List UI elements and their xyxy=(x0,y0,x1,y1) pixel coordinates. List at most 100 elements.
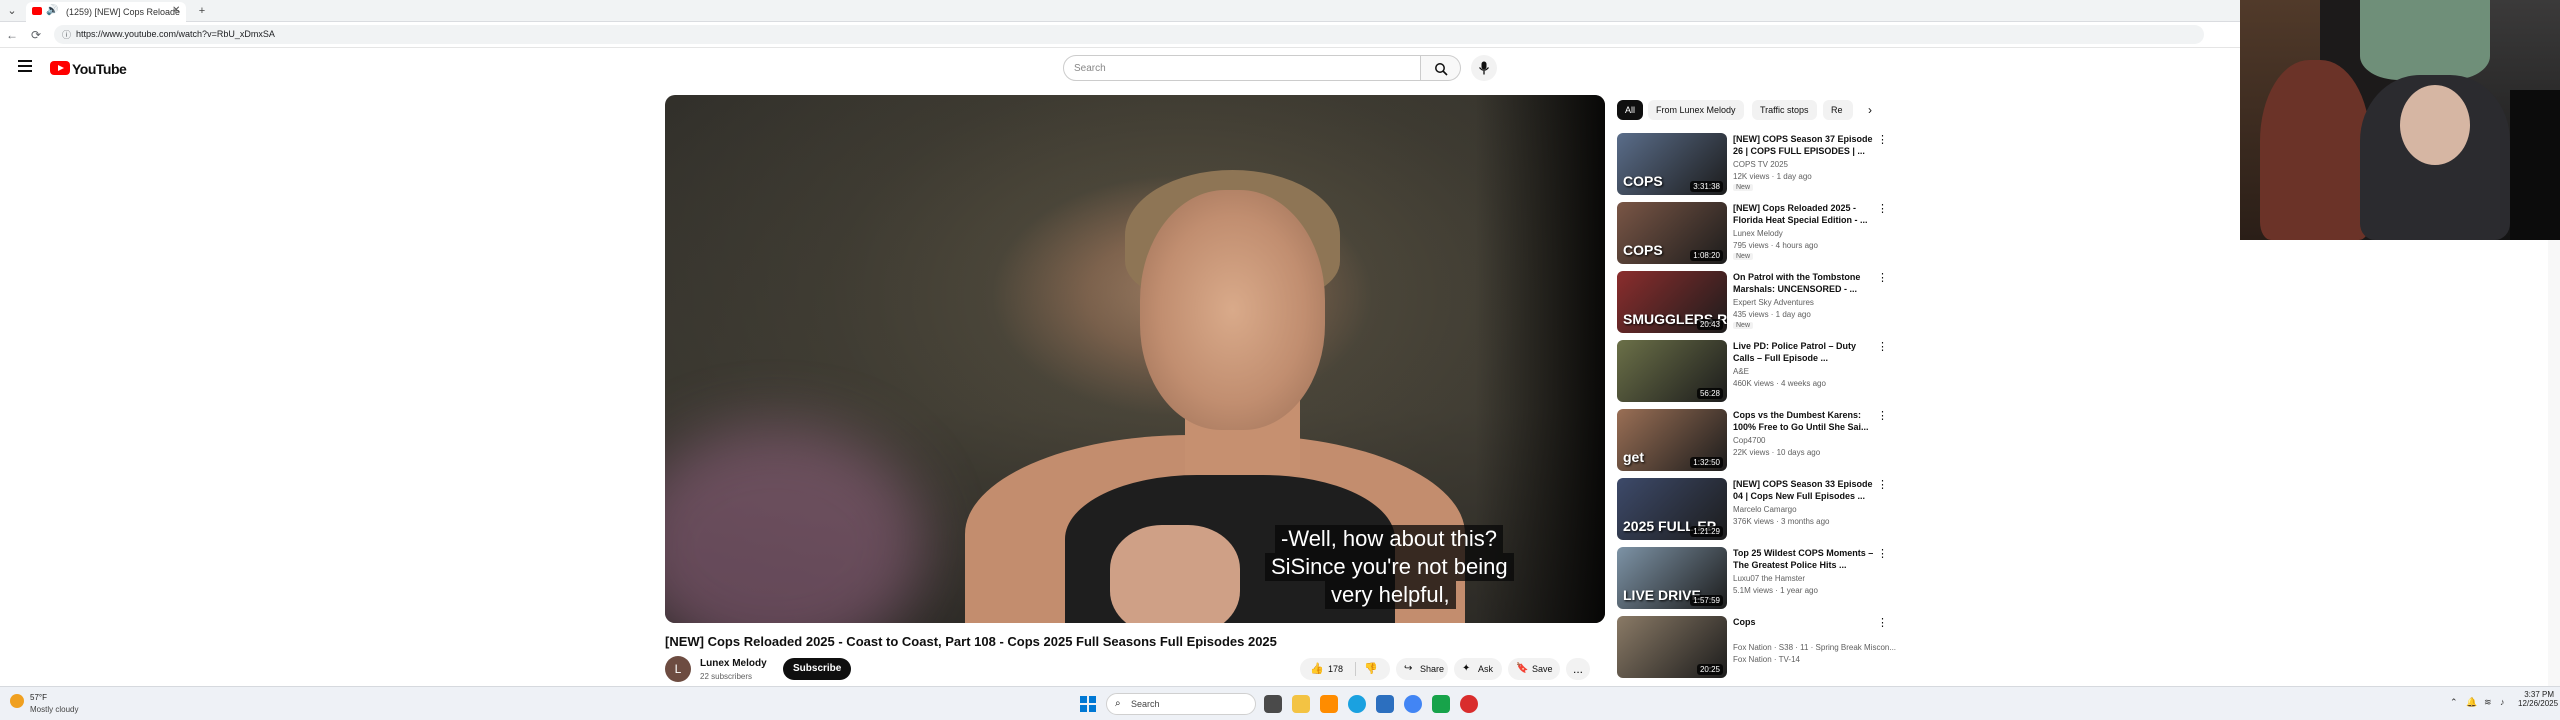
search-icon: ⌕ xyxy=(1115,698,1121,709)
video-title-link[interactable]: Top 25 Wildest COPS Moments – The Greate… xyxy=(1733,547,1875,571)
video-thumbnail[interactable]: 2025 FULL EP 1:21:29 xyxy=(1617,478,1727,540)
recommendation-item[interactable]: COPS 1:08:20 [NEW] Cops Reloaded 2025 - Fl… xyxy=(1617,202,1888,268)
ask-label: Ask xyxy=(1478,664,1494,674)
video-title-link[interactable]: [NEW] COPS Season 33 Episode 04 | Cops N… xyxy=(1733,478,1875,502)
more-actions-button[interactable]: ... xyxy=(1566,658,1590,680)
recommendation-item[interactable]: COPS 3:31:38 [NEW] COPS Season 37 Episode … xyxy=(1617,133,1888,199)
video-meta: 5.1M views · 1 year ago xyxy=(1733,586,1818,595)
video-thumbnail[interactable]: COPS 3:31:38 xyxy=(1617,133,1727,195)
chevron-up-icon[interactable]: ⌃ xyxy=(2450,697,2458,708)
channel-avatar[interactable]: L xyxy=(665,656,691,682)
recommendation-item[interactable]: 2025 FULL EP 1:21:29 [NEW] COPS Season 33 … xyxy=(1617,478,1888,544)
channel-link[interactable]: A&E xyxy=(1733,367,1749,376)
video-thumbnail[interactable]: SMUGGLERS RUN20:43 xyxy=(1617,271,1727,333)
like-icon[interactable]: 👍 xyxy=(1310,658,1324,680)
subscribe-button[interactable]: Subscribe xyxy=(783,658,852,680)
video-thumbnail[interactable]: LIVE DRIVE 1:57:59 xyxy=(1617,547,1727,609)
spreadsheet-app-icon[interactable] xyxy=(1432,695,1450,713)
more-options-icon[interactable]: ⋮ xyxy=(1877,547,1888,560)
search-button[interactable] xyxy=(1421,55,1461,81)
weather-temperature: 57°F xyxy=(30,693,47,702)
system-clock[interactable]: 3:37 PM 12/26/2025 xyxy=(2518,690,2558,708)
video-title-link[interactable]: Cops vs the Dumbest Karens: 100% Free to… xyxy=(1733,409,1875,433)
more-options-icon[interactable]: ⋮ xyxy=(1877,409,1888,422)
channel-link[interactable]: Lunex Melody xyxy=(1733,229,1783,238)
thumbnail-text: get xyxy=(1623,449,1644,465)
chip-traffic-stops[interactable]: Traffic stops xyxy=(1752,100,1817,120)
video-title-link[interactable]: [NEW] COPS Season 37 Episode 26 | COPS F… xyxy=(1733,133,1875,157)
video-title-link[interactable]: [NEW] Cops Reloaded 2025 - Florida Heat … xyxy=(1733,202,1875,226)
tab-menu-icon[interactable]: ⌄ xyxy=(4,3,20,19)
video-title-link[interactable]: Cops xyxy=(1733,616,1875,628)
recommendation-item[interactable]: LIVE DRIVE 1:57:59 Top 25 Wildest COPS Mom… xyxy=(1617,547,1888,613)
more-options-icon[interactable]: ⋮ xyxy=(1877,271,1888,284)
chrome-browser-icon[interactable] xyxy=(1404,695,1422,713)
close-tab-icon[interactable]: ✕ xyxy=(172,5,180,16)
recommendation-item[interactable]: 20:25 Cops Fox Nation · S38 · 11 · Spring … xyxy=(1617,616,1896,682)
chip-from-channel[interactable]: From Lunex Melody xyxy=(1648,100,1744,120)
windows-taskbar: 57°F Mostly cloudy ⌕ Search ⌃ 🔔 ≋ ♪ 3:37… xyxy=(0,686,2560,720)
video-title-link[interactable]: Live PD: Police Patrol – Duty Calls – Fu… xyxy=(1733,340,1875,364)
save-button[interactable]: 🔖 Save xyxy=(1508,658,1560,680)
more-options-icon[interactable]: ⋮ xyxy=(1877,202,1888,215)
video-thumbnail[interactable]: get 1:32:50 xyxy=(1617,409,1727,471)
video-title-link[interactable]: On Patrol with the Tombstone Marshals: U… xyxy=(1733,271,1875,295)
recommendation-item[interactable]: get 1:32:50 Cops vs the Dumbest Karens: 10… xyxy=(1617,409,1888,475)
share-button[interactable]: ↪ Share xyxy=(1396,658,1448,680)
channel-link[interactable]: Luxu07 the Hamster xyxy=(1733,574,1805,583)
video-thumbnail[interactable]: COPS 1:08:20 xyxy=(1617,202,1727,264)
new-tab-button[interactable]: + xyxy=(194,3,210,19)
video-meta: 12K views · 1 day ago xyxy=(1733,172,1812,181)
search-icon xyxy=(1435,63,1448,76)
video-player[interactable]: -Well, how about this? SiSince you're no… xyxy=(665,95,1605,623)
more-options-icon[interactable]: ⋮ xyxy=(1877,340,1888,353)
chip-all[interactable]: All xyxy=(1617,100,1644,120)
recommendation-item[interactable]: SMUGGLERS RUN20:43On Patrol with the Tom… xyxy=(1617,271,1888,337)
site-info-icon[interactable]: ⓘ xyxy=(62,28,71,41)
url-text: https://www.youtube.com/watch?v=RbU_xDmx… xyxy=(76,29,275,39)
video-duration: 56:28 xyxy=(1696,388,1723,399)
wifi-icon[interactable]: ≋ xyxy=(2484,697,2492,708)
store-icon[interactable] xyxy=(1376,695,1394,713)
browser-tab-active[interactable]: 🔊 (1259) [NEW] Cops Reloade ✕ xyxy=(26,2,186,22)
edge-browser-icon[interactable] xyxy=(1348,695,1366,713)
taskbar-search-box[interactable]: ⌕ Search xyxy=(1106,693,1256,715)
more-options-icon[interactable]: ⋮ xyxy=(1877,478,1888,491)
page-scrollbar[interactable] xyxy=(2548,240,2560,686)
channel-link[interactable]: Expert Sky Adventures xyxy=(1733,298,1814,307)
video-thumbnail[interactable]: 20:25 xyxy=(1617,616,1727,678)
back-arrow-icon[interactable]: ← xyxy=(4,27,20,43)
voice-search-button[interactable] xyxy=(1471,55,1497,81)
youtube-favicon-icon xyxy=(32,7,42,15)
ask-button[interactable]: ✦ Ask xyxy=(1454,658,1502,680)
hamburger-menu-icon[interactable] xyxy=(18,60,32,72)
recommendation-item[interactable]: 56:28 Live PD: Police Patrol – Duty Calls… xyxy=(1617,340,1888,406)
office-icon[interactable] xyxy=(1320,695,1338,713)
task-view-icon[interactable] xyxy=(1264,695,1282,713)
file-explorer-icon[interactable] xyxy=(1292,695,1310,713)
address-bar[interactable]: ⓘ https://www.youtube.com/watch?v=RbU_xD… xyxy=(54,25,2204,44)
search-input[interactable]: Search xyxy=(1063,55,1421,81)
more-options-icon[interactable]: ⋮ xyxy=(1877,616,1888,629)
speaker-icon[interactable]: 🔊 xyxy=(46,5,58,16)
browser-tab-strip: ⌄ 🔊 (1259) [NEW] Cops Reloade ✕ + xyxy=(0,0,2240,22)
chevron-right-icon[interactable]: › xyxy=(1860,100,1880,120)
reload-icon[interactable]: ⟳ xyxy=(28,27,44,43)
channel-link[interactable]: Cop4700 xyxy=(1733,436,1765,445)
like-count[interactable]: 178 xyxy=(1328,658,1343,680)
chip-partial[interactable]: Re xyxy=(1823,100,1853,120)
app-red-icon[interactable] xyxy=(1460,695,1478,713)
divider xyxy=(1355,662,1356,676)
channel-link[interactable]: Marcelo Camargo xyxy=(1733,505,1797,514)
more-options-icon[interactable]: ⋮ xyxy=(1877,133,1888,146)
webcam-person-left xyxy=(2260,60,2370,240)
notification-bell-icon[interactable]: 🔔 xyxy=(2466,697,2477,708)
channel-link[interactable]: COPS TV 2025 xyxy=(1733,160,1788,169)
dislike-icon[interactable]: 👎 xyxy=(1364,658,1378,680)
new-badge: New xyxy=(1733,184,1754,191)
channel-link[interactable]: Fox Nation · S38 · 11 · Spring Break Mis… xyxy=(1733,643,1896,652)
windows-start-icon[interactable] xyxy=(1080,696,1096,712)
volume-icon[interactable]: ♪ xyxy=(2500,697,2505,707)
channel-name[interactable]: Lunex Melody xyxy=(700,658,767,669)
video-thumbnail[interactable]: 56:28 xyxy=(1617,340,1727,402)
